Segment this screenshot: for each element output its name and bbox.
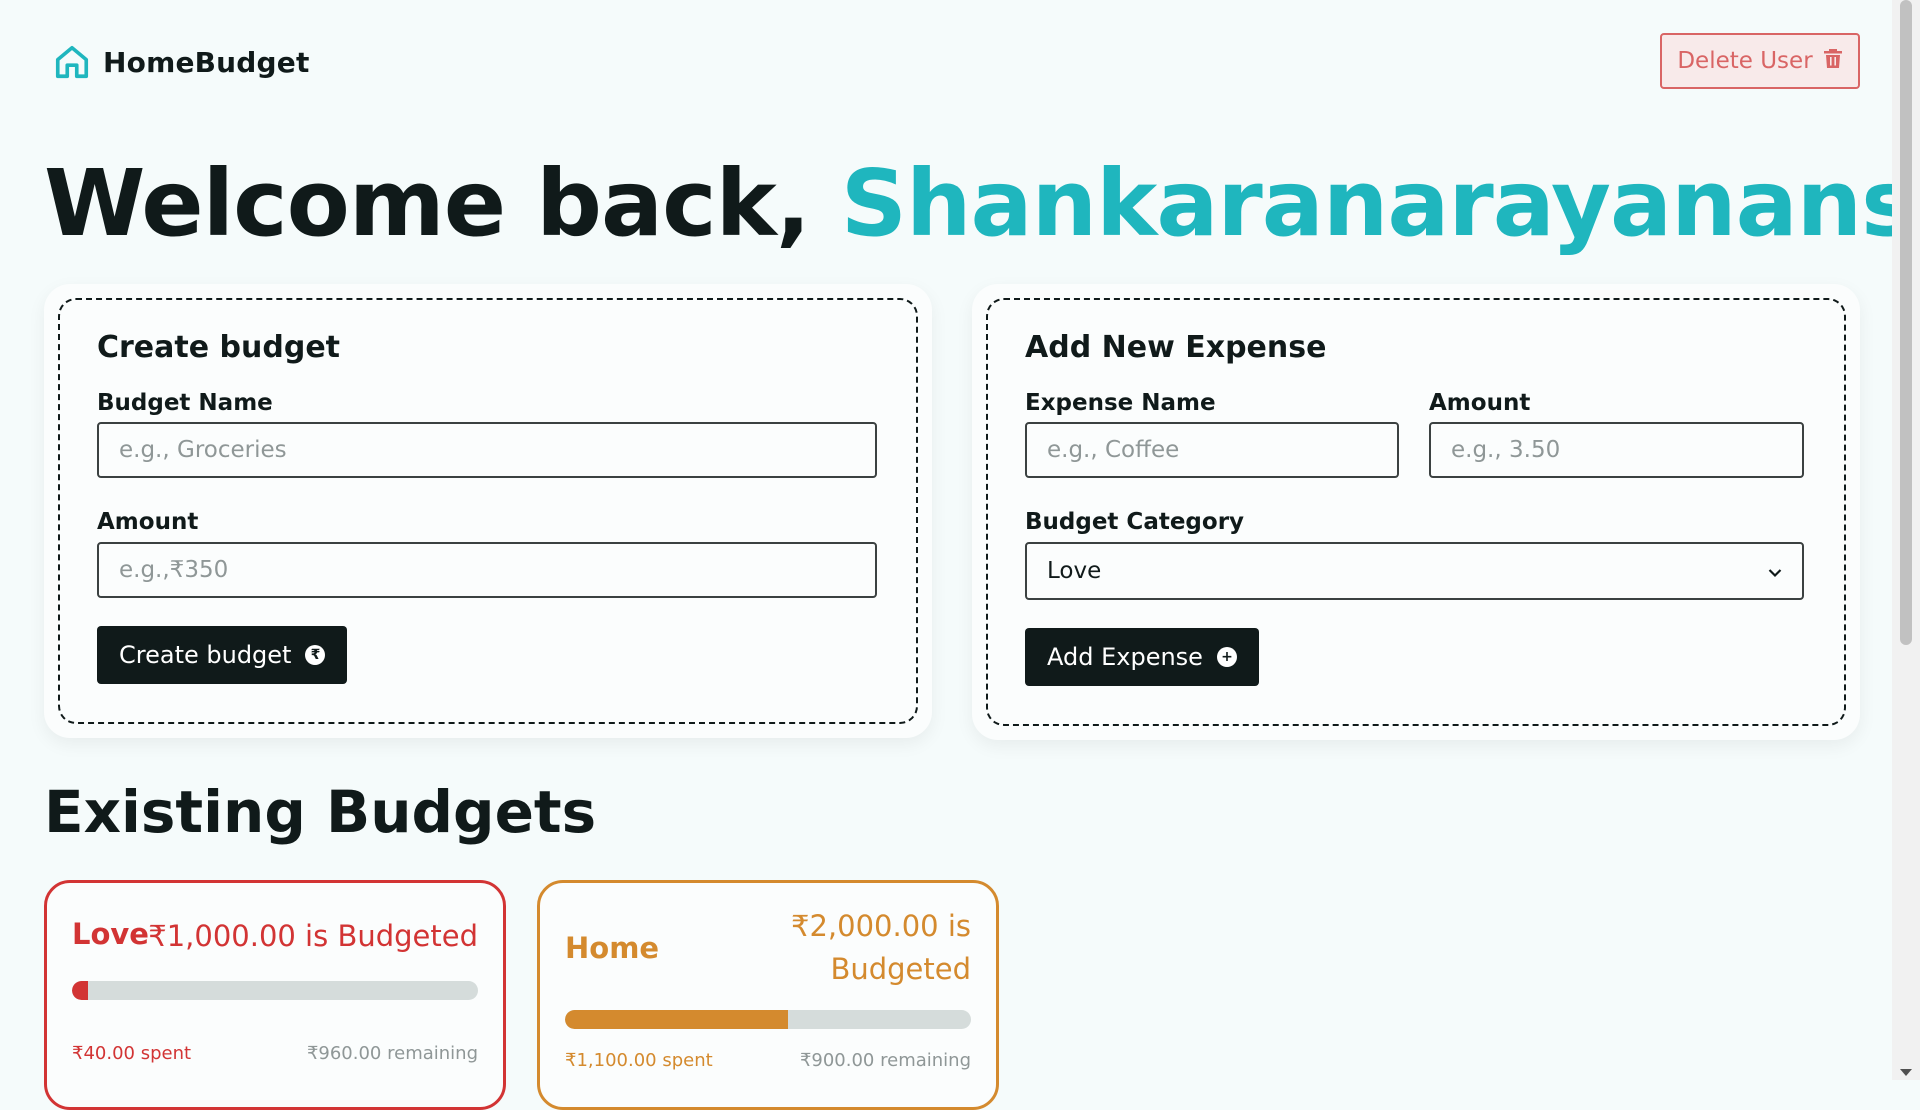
create-budget-label: Create budget (119, 641, 292, 669)
page-scrollbar[interactable] (1892, 0, 1920, 1080)
budget-card-name: Love (72, 917, 149, 951)
budget-name-label: Budget Name (97, 390, 273, 416)
budget-remaining-text: ₹900.00 remaining (799, 1050, 971, 1071)
budget-spent-text: ₹1,100.00 spent (565, 1050, 713, 1071)
expense-name-label: Expense Name (1025, 390, 1216, 416)
create-budget-button[interactable]: Create budget ₹ (97, 626, 348, 684)
budget-remaining-text: ₹960.00 remaining (306, 1043, 478, 1064)
budget-amount-label: Amount (97, 509, 199, 535)
budget-card-love: Love ₹1,000.00 is Budgeted ₹40.00 spent … (44, 880, 506, 1110)
scroll-down-arrow-icon[interactable] (1900, 1069, 1912, 1076)
plus-circle-icon: + (1216, 647, 1237, 667)
brand-name: HomeBudget (103, 45, 310, 79)
top-navbar: HomeBudget Delete User (53, 33, 1860, 106)
budget-progress-fill (565, 1010, 789, 1029)
budget-category-select[interactable]: Love (1025, 542, 1804, 600)
budget-card-home: Home ₹2,000.00 is Budgeted ₹1,100.00 spen… (537, 880, 999, 1110)
budget-progress-bar (72, 981, 478, 1000)
trash-icon (1823, 47, 1843, 75)
budget-card-amount-line2: Budgeted (830, 952, 971, 986)
budget-spent-text: ₹40.00 spent (72, 1043, 192, 1064)
add-expense-panel: Add New Expense Expense Name Amount Budg… (972, 284, 1860, 740)
budget-card-amount: ₹1,000.00 is Budgeted (148, 919, 478, 953)
budget-amount-input[interactable] (97, 542, 877, 598)
delete-user-label: Delete User (1677, 48, 1813, 74)
budget-card-amount-line1: ₹2,000.00 is (791, 909, 971, 943)
username: Shankaranarayanansk (840, 150, 1920, 257)
budget-category-label: Budget Category (1025, 509, 1245, 535)
budget-category-value: Love (1047, 558, 1102, 584)
create-budget-panel: Create budget Budget Name Amount Create … (44, 284, 932, 738)
budget-card-amount: ₹2,000.00 is Budgeted (791, 905, 971, 991)
existing-budgets-title: Existing Budgets (44, 778, 597, 846)
budget-progress-fill (72, 981, 89, 1000)
create-budget-form: Create budget Budget Name Amount Create … (58, 298, 918, 724)
expense-name-input[interactable] (1025, 422, 1399, 478)
add-expense-form: Add New Expense Expense Name Amount Budg… (986, 298, 1846, 726)
welcome-heading: Welcome back, Shankaranarayanansk (44, 150, 1920, 257)
home-icon (53, 43, 91, 81)
chevron-down-icon (1768, 558, 1782, 584)
budget-name-input[interactable] (97, 422, 877, 478)
add-expense-title: Add New Expense (1025, 330, 1327, 365)
brand-link[interactable]: HomeBudget (53, 40, 310, 84)
budget-progress-bar (565, 1010, 971, 1029)
rupee-icon: ₹ (305, 645, 326, 665)
expense-amount-label: Amount (1429, 390, 1531, 416)
add-expense-button[interactable]: Add Expense + (1025, 628, 1259, 686)
delete-user-button[interactable]: Delete User (1660, 33, 1860, 89)
expense-amount-input[interactable] (1429, 422, 1804, 478)
budget-card-name: Home (565, 931, 660, 965)
add-expense-label: Add Expense (1047, 643, 1203, 671)
create-budget-title: Create budget (97, 330, 341, 365)
welcome-prefix: Welcome back, (44, 150, 841, 257)
scrollbar-thumb[interactable] (1900, 0, 1912, 645)
